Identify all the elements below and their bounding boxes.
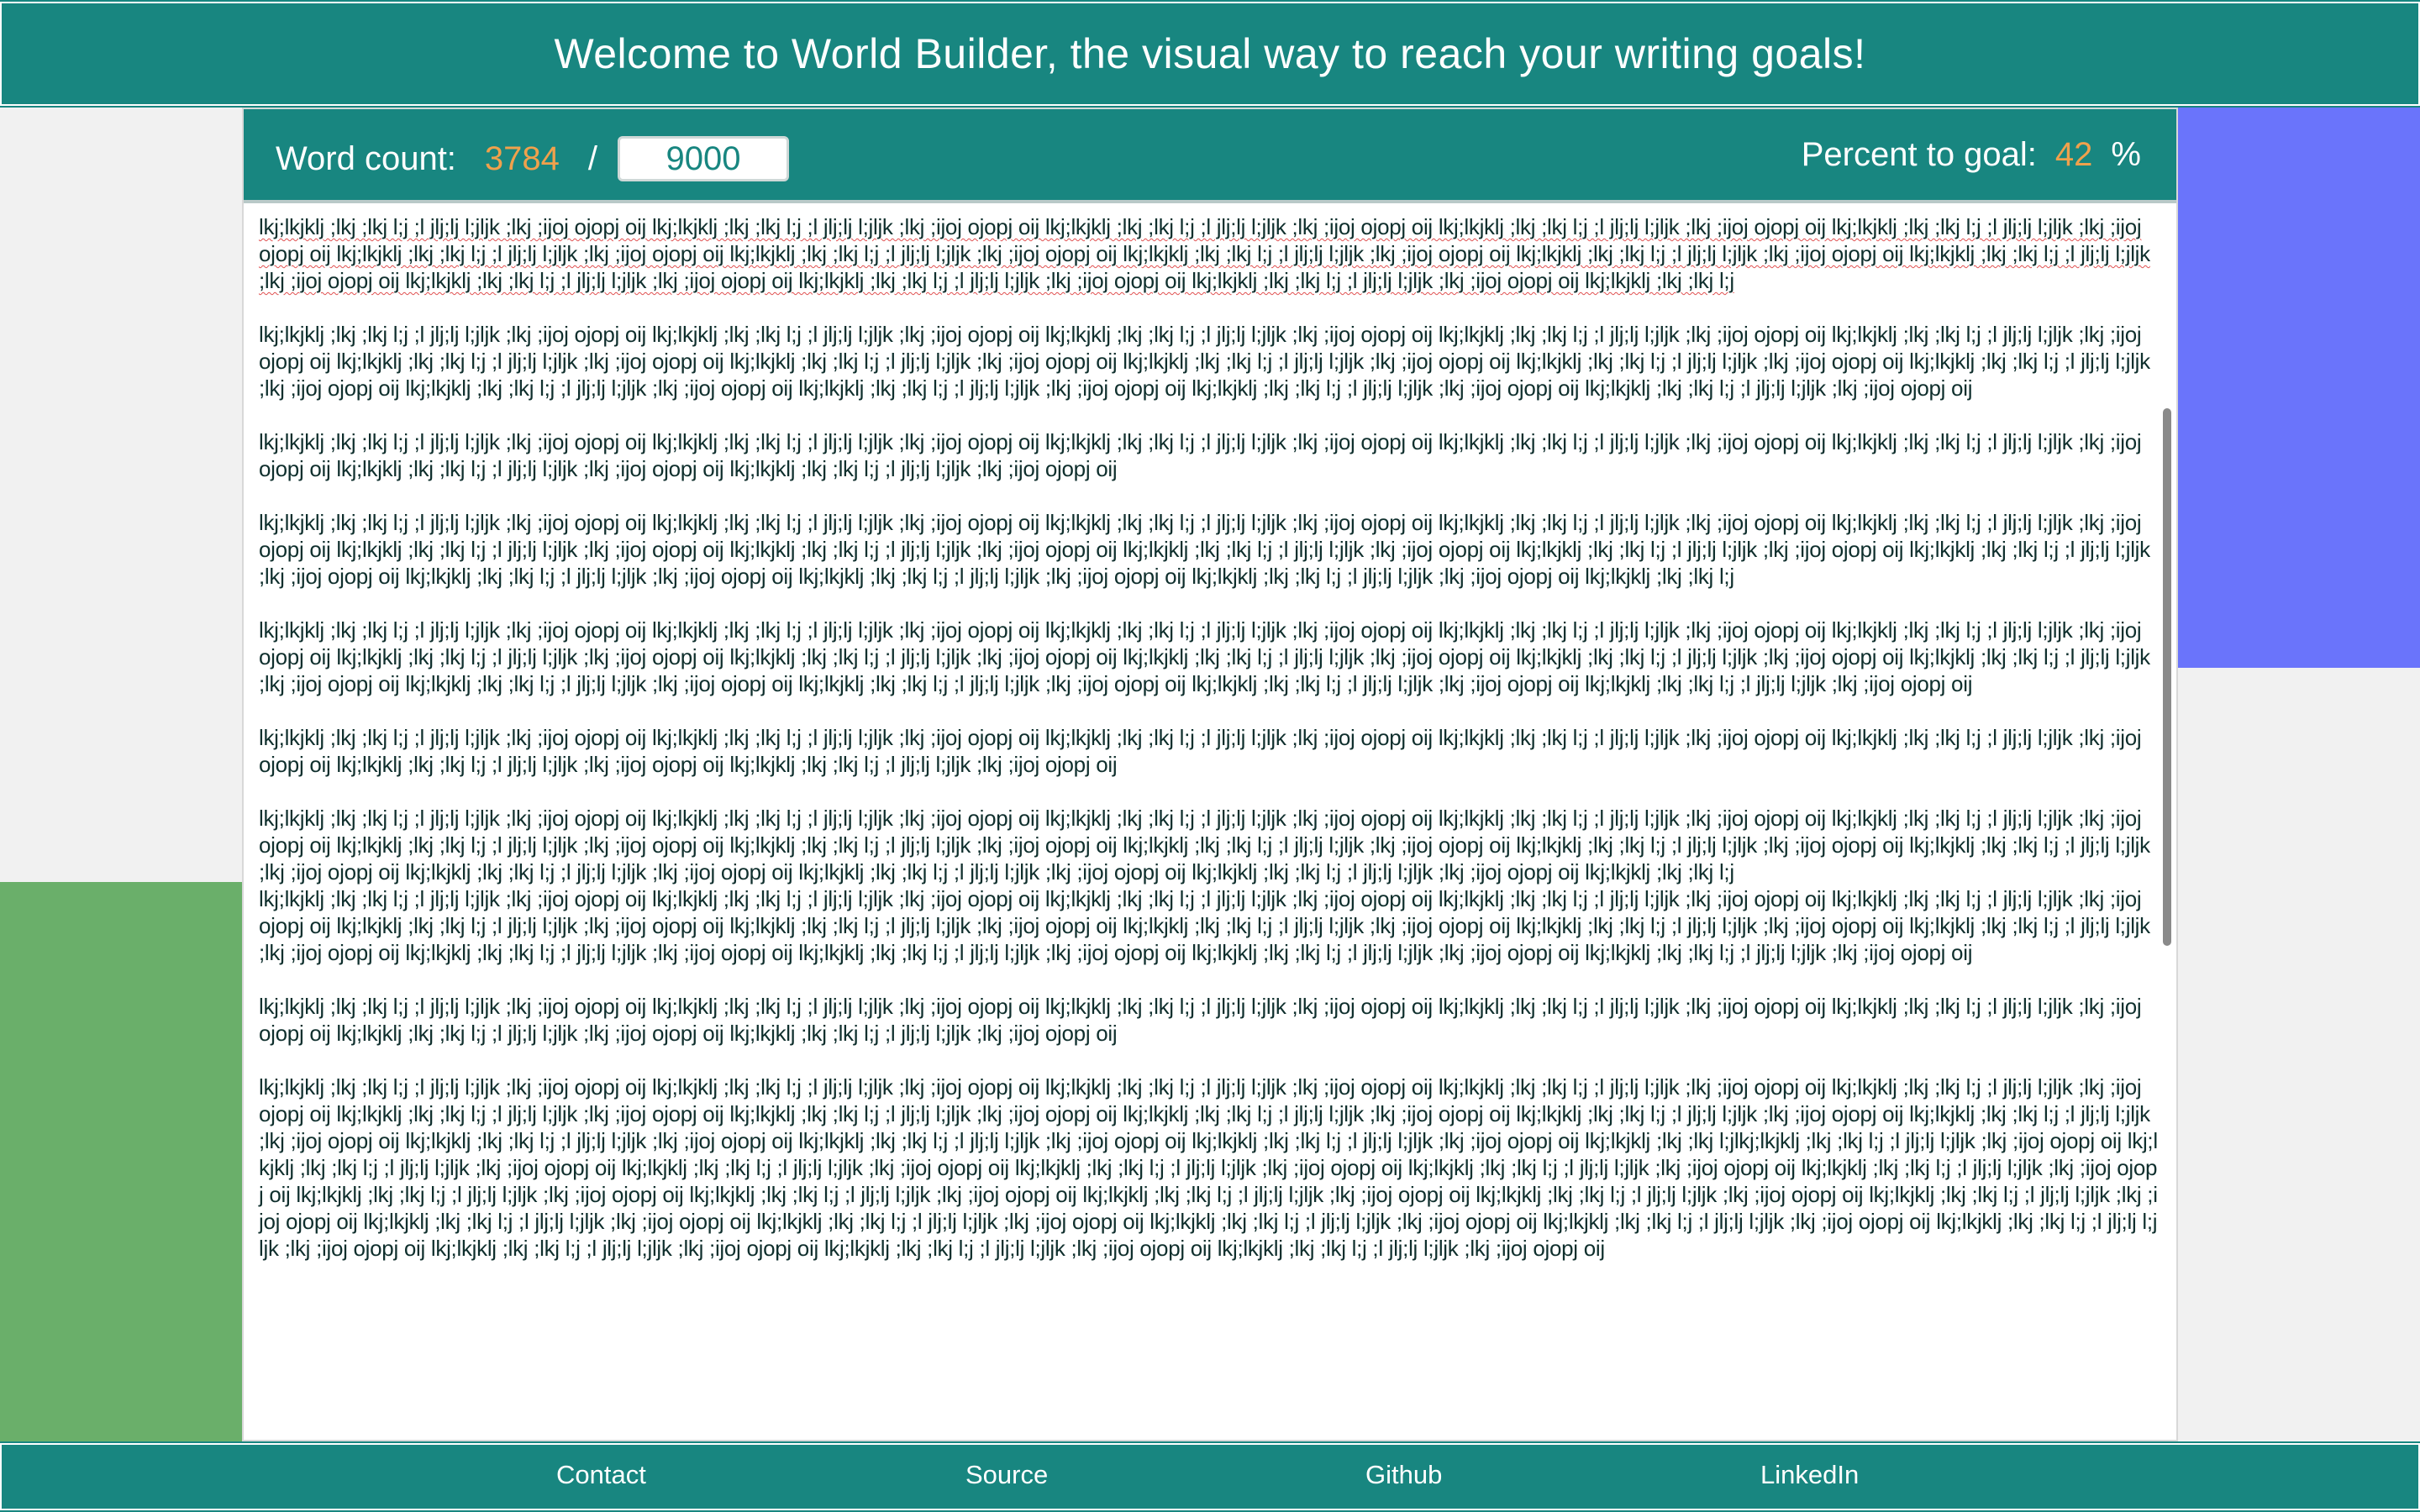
paragraph[interactable]: lkj;lkjklj ;lkj ;lkj l;j ;l jlj;lj l;jlj… [259, 724, 2158, 778]
paragraph[interactable]: lkj;lkjklj ;lkj ;lkj l;j ;l jlj;lj l;jlj… [259, 1074, 2158, 1262]
footer-link-contact[interactable]: Contact [556, 1460, 646, 1490]
word-count-group: Word count: 3784 / [276, 136, 790, 181]
paragraph[interactable]: lkj;lkjklj ;lkj ;lkj l;j ;l jlj;lj l;jlj… [259, 805, 2158, 885]
percent-sign: % [2111, 136, 2141, 173]
word-count-label: Word count: [276, 139, 456, 177]
paragraph[interactable]: lkj;lkjklj ;lkj ;lkj l;j ;l jlj;lj l;jlj… [259, 428, 2158, 482]
paragraph[interactable]: lkj;lkjklj ;lkj ;lkj l;j ;l jlj;lj l;jlj… [259, 213, 2158, 294]
paragraph[interactable]: lkj;lkjklj ;lkj ;lkj l;j ;l jlj;lj l;jlj… [259, 993, 2158, 1047]
word-count-current: 3784 [484, 139, 560, 177]
paragraph[interactable]: lkj;lkjklj ;lkj ;lkj l;j ;l jlj;lj l;jlj… [259, 617, 2158, 697]
editor-scrollbar[interactable] [2163, 408, 2171, 946]
paragraph[interactable]: lkj;lkjklj ;lkj ;lkj l;j ;l jlj;lj l;jlj… [259, 321, 2158, 402]
footer-link-linkedin[interactable]: LinkedIn [1760, 1460, 1859, 1490]
word-count-bar: Word count: 3784 / Percent to goal: 42 % [244, 109, 2176, 203]
background-green-block [0, 882, 244, 1512]
text-editor[interactable]: lkj;lkjklj ;lkj ;lkj l;j ;l jlj;lj l;jlj… [250, 213, 2166, 1433]
paragraph[interactable]: lkj;lkjklj ;lkj ;lkj l;j ;l jlj;lj l;jlj… [259, 509, 2158, 590]
word-goal-input[interactable] [618, 136, 790, 181]
footer-link-source[interactable]: Source [965, 1460, 1048, 1490]
header-banner: Welcome to World Builder, the visual way… [0, 0, 2420, 108]
writing-panel: Word count: 3784 / Percent to goal: 42 %… [242, 108, 2178, 1441]
percent-group: Percent to goal: 42 % [1802, 136, 2141, 174]
percent-value: 42 [2054, 136, 2093, 173]
page-title: Welcome to World Builder, the visual way… [554, 30, 1866, 77]
footer-link-github[interactable]: Github [1365, 1460, 1442, 1490]
percent-label: Percent to goal: [1801, 136, 2037, 173]
paragraph[interactable]: lkj;lkjklj ;lkj ;lkj l;j ;l jlj;lj l;jlj… [259, 885, 2158, 966]
background-blue-block [2168, 108, 2420, 668]
word-count-separator: / [587, 139, 598, 177]
footer-bar: Contact Source Github LinkedIn [0, 1441, 2420, 1512]
